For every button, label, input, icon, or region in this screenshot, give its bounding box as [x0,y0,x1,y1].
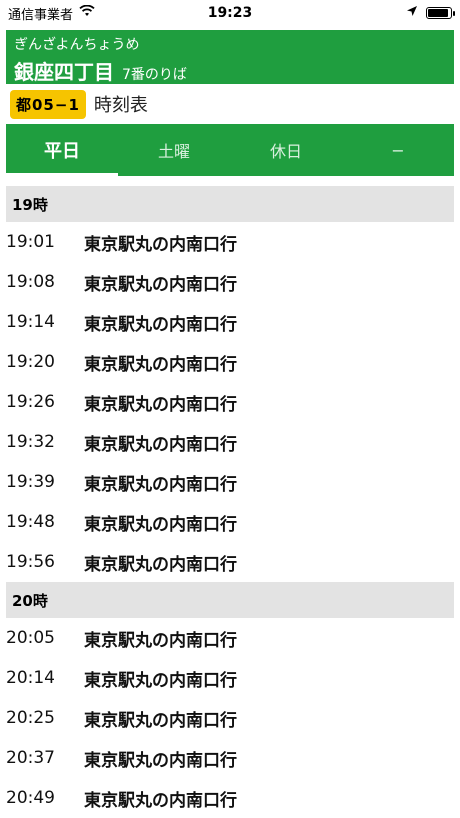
location-arrow-icon [406,5,418,21]
departure-time: 20:37 [6,748,55,768]
tab-weekday[interactable]: 平日 [6,124,118,176]
departure-time: 19:14 [6,312,55,332]
departure-row[interactable]: 20:37 東京駅丸の内南口行 [0,738,460,778]
destination: 東京駅丸の内南口行 [84,434,237,455]
departure-row[interactable]: 19:32 東京駅丸の内南口行 [0,422,460,462]
departure-time: 20:05 [6,628,55,648]
destination: 東京駅丸の内南口行 [84,554,237,575]
status-bar: 通信事業者 19:23 [0,0,460,26]
hour-header: 19時 [6,186,454,222]
status-right [406,5,455,21]
departure-row[interactable]: 20:25 東京駅丸の内南口行 [0,698,460,738]
departure-time: 19:08 [6,272,55,292]
departure-time: 19:48 [6,512,55,532]
destination: 東京駅丸の内南口行 [84,710,237,731]
departure-row[interactable]: 19:14 東京駅丸の内南口行 [0,302,460,342]
destination: 東京駅丸の内南口行 [84,630,237,651]
stop-header: ぎんざよんちょうめ 銀座四丁目 7番のりば [6,30,454,84]
status-left: 通信事業者 [8,4,95,23]
destination: 東京駅丸の内南口行 [84,790,237,811]
destination: 東京駅丸の内南口行 [84,474,237,495]
departure-time: 19:20 [6,352,55,372]
wifi-icon [79,4,95,21]
departure-time: 19:01 [6,232,55,252]
departure-time: 19:32 [6,432,55,452]
stop-name: 銀座四丁目 [14,60,114,84]
destination: 東京駅丸の内南口行 [84,274,237,295]
departure-row[interactable]: 19:56 東京駅丸の内南口行 [0,542,460,582]
stop-name-row: 銀座四丁目 7番のりば [14,60,446,84]
screen: 通信事業者 19:23 ぎんざよんちょうめ 銀座四丁目 7番のりば 都05−1 … [0,0,460,818]
departure-row[interactable]: 19:48 東京駅丸の内南口行 [0,502,460,542]
departure-time: 20:14 [6,668,55,688]
timetable-list: 19時 19:01 東京駅丸の内南口行 19:08 東京駅丸の内南口行 19:14 東京駅丸… [0,186,460,818]
departure-time: 20:49 [6,788,55,808]
departure-time: 19:39 [6,472,55,492]
destination: 東京駅丸の内南口行 [84,314,237,335]
departure-row[interactable]: 19:08 東京駅丸の内南口行 [0,262,460,302]
battery-fill [428,9,448,17]
destination: 東京駅丸の内南口行 [84,354,237,375]
departure-row[interactable]: 20:14 東京駅丸の内南口行 [0,658,460,698]
day-type-tabs: 平日 土曜 休日 − [6,124,454,176]
destination: 東京駅丸の内南口行 [84,750,237,771]
departure-time: 19:56 [6,552,55,572]
stop-kana: ぎんざよんちょうめ [14,37,140,53]
destination: 東京駅丸の内南口行 [84,234,237,255]
route-badge: 都05−1 [10,89,86,119]
destination: 東京駅丸の内南口行 [84,514,237,535]
departure-row[interactable]: 19:20 東京駅丸の内南口行 [0,342,460,382]
stop-platform: 7番のりば [122,67,187,83]
tab-other[interactable]: − [342,124,454,176]
tab-saturday[interactable]: 土曜 [118,124,230,176]
departure-row[interactable]: 20:05 東京駅丸の内南口行 [0,618,460,658]
route-row: 都05−1 時刻表 [0,84,460,124]
battery-icon [426,7,455,19]
departure-row[interactable]: 19:01 東京駅丸の内南口行 [0,222,460,262]
destination: 東京駅丸の内南口行 [84,670,237,691]
departure-row[interactable]: 19:26 東京駅丸の内南口行 [0,382,460,422]
departure-row[interactable]: 20:49 東京駅丸の内南口行 [0,778,460,818]
destination: 東京駅丸の内南口行 [84,394,237,415]
hour-header: 20時 [6,582,454,618]
carrier-label: 通信事業者 [8,7,74,23]
departure-row[interactable]: 19:39 東京駅丸の内南口行 [0,462,460,502]
route-title: 時刻表 [93,95,148,116]
departure-time: 20:25 [6,708,55,728]
tab-holiday[interactable]: 休日 [230,124,342,176]
departure-time: 19:26 [6,392,55,412]
